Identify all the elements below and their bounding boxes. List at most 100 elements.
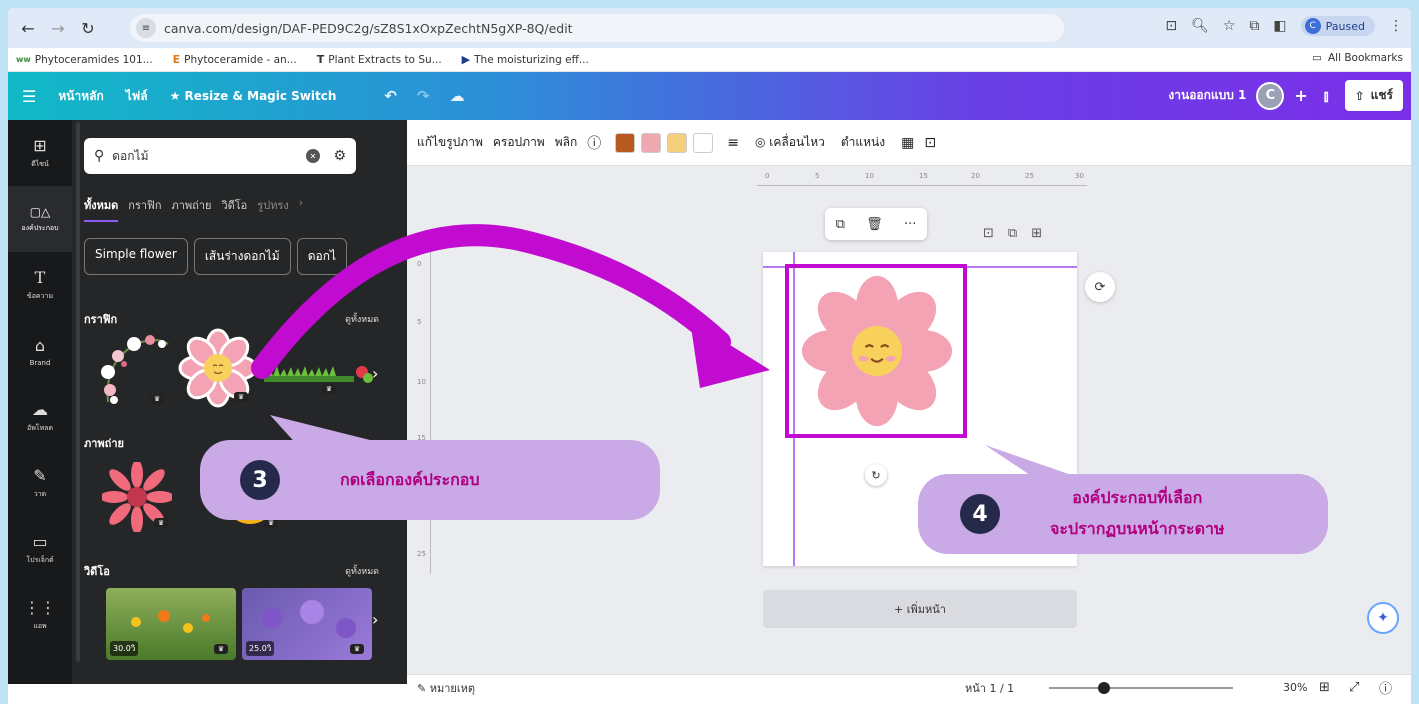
border-style-icon[interactable]: ≡ [727, 135, 739, 151]
rotate-handle-icon[interactable]: ↻ [865, 464, 887, 486]
graphic-floral-wreath[interactable]: ♛ [96, 332, 174, 410]
photo-pink-gerbera[interactable]: ♛ [102, 462, 172, 532]
duplicate-page-icon[interactable]: ⧉ [1008, 226, 1017, 241]
chip-simple-flower[interactable]: Simple flower [84, 238, 188, 275]
browser-actions: ⊡ 🔍︎ ☆ ⧉ ◧ C Paused ⋮ [1165, 16, 1403, 36]
elements-icon: ▢△ [29, 204, 51, 219]
clear-search-icon[interactable]: ✕ [306, 149, 320, 163]
zoom-slider[interactable] [1049, 682, 1233, 694]
graphic-grass-border[interactable]: ♛ [264, 356, 374, 396]
scroll-right-icon[interactable]: › [372, 610, 378, 629]
chip-flower[interactable]: ดอกไ [296, 238, 348, 275]
grid-view-icon[interactable]: ⊞ [1319, 680, 1330, 695]
selected-happy-flower[interactable] [799, 274, 955, 428]
search-input[interactable]: ⚲ ดอกไม้ ✕ ⚙ [84, 138, 356, 174]
forward-icon[interactable]: → [46, 16, 70, 40]
address-bar[interactable]: ≡ canva.com/design/DAF-PED9C2g/sZ8S1xOxp… [130, 14, 1064, 42]
upload-icon: ⇧ [1354, 88, 1365, 103]
design-title[interactable]: งานออกแบบ 1 [1168, 86, 1246, 105]
kebab-menu-icon[interactable]: ⋮ [1389, 18, 1403, 34]
tab-all[interactable]: ทั้งหมด [84, 196, 119, 222]
lock-page-icon[interactable]: ⊡ [983, 226, 994, 241]
star-icon[interactable]: ☆ [1223, 18, 1236, 34]
undo-icon[interactable]: ↶ [384, 87, 397, 105]
position-button[interactable]: ตำแหน่ง [841, 133, 885, 152]
delete-icon[interactable]: 🗑︎ [866, 217, 883, 232]
color-swatch-yellow[interactable] [667, 132, 688, 153]
see-all-videos[interactable]: ดูทั้งหมด [345, 564, 379, 578]
regenerate-icon[interactable]: ⟳ [1085, 272, 1115, 302]
step-4-line-2: จะปรากฏบนหน้ากระดาษ [1050, 519, 1225, 538]
user-avatar[interactable]: C [1256, 81, 1285, 110]
duplicate-icon[interactable]: ⧉ [836, 217, 845, 232]
chip-flower-outline[interactable]: เส้นร่างดอกไม้ [193, 238, 291, 275]
tab-videos[interactable]: วิดีโอ [221, 196, 247, 222]
info-icon[interactable]: ⓘ [587, 133, 601, 153]
zoom-level[interactable]: 30% [1283, 681, 1307, 694]
sidepanel-icon[interactable]: ◧ [1273, 18, 1286, 34]
bookmark-1[interactable]: ww Phytoceramides 101... [16, 54, 153, 66]
lock-icon[interactable]: ⊡ [924, 135, 936, 151]
home-button[interactable]: หน้าหลัก [58, 87, 103, 106]
zoom-slider-knob[interactable] [1098, 682, 1111, 694]
all-bookmarks[interactable]: ▭ All Bookmarks [1312, 52, 1403, 64]
add-collaborator-icon[interactable]: + [1294, 86, 1307, 105]
rail-brand[interactable]: ⌂ Brand [8, 318, 72, 384]
rail-apps[interactable]: ⋮⋮ แอพ [8, 582, 72, 648]
chevron-right-icon[interactable]: › [299, 196, 303, 222]
redo-icon[interactable]: ↷ [417, 87, 430, 105]
extensions-icon[interactable]: ⧉ [1249, 18, 1259, 34]
tab-shapes[interactable]: รูปทรง [257, 196, 288, 222]
apps-grid-icon: ⋮⋮ [24, 598, 56, 617]
fullscreen-icon[interactable]: ⤢ [1349, 680, 1359, 695]
back-icon[interactable]: ← [16, 16, 40, 40]
edit-image-button[interactable]: แก้ไขรูปภาพ [417, 133, 483, 152]
transparency-icon[interactable]: ▦ [901, 135, 914, 151]
bookmark-3[interactable]: T Plant Extracts to Su... [317, 53, 442, 66]
bookmark-2[interactable]: E Phytoceramide - an... [173, 53, 297, 66]
profile-button[interactable]: C Paused [1300, 16, 1375, 36]
panel-scrollbar[interactable] [76, 122, 80, 662]
page-indicator[interactable]: หน้า 1 / 1 [965, 679, 1014, 697]
bookmark-4[interactable]: ▶ The moisturizing eff... [462, 53, 589, 66]
insights-icon[interactable]: ⫾ [1324, 87, 1329, 105]
rail-elements[interactable]: ▢△ องค์ประกอบ [8, 186, 72, 252]
notes-button[interactable]: ✎ หมายเหตุ [417, 679, 475, 697]
crop-button[interactable]: ครอปภาพ [493, 133, 545, 152]
resize-button[interactable]: ★ Resize & Magic Switch [170, 89, 337, 103]
add-page-icon[interactable]: ⊞ [1031, 226, 1042, 241]
video-purple-flowers[interactable]: 25.0วิ ♛ [242, 588, 372, 660]
color-swatch-brown[interactable] [615, 132, 636, 153]
video-wildflowers[interactable]: 30.0วิ ♛ [106, 588, 236, 660]
rail-draw[interactable]: ✎ วาด [8, 450, 72, 516]
zoom-icon[interactable]: 🔍︎ [1191, 18, 1209, 34]
graphic-happy-flower[interactable]: ♛ [178, 328, 258, 408]
cloud-saved-icon[interactable]: ☁ [450, 87, 465, 105]
rail-text[interactable]: T ข้อความ [8, 252, 72, 318]
site-settings-icon[interactable]: ≡ [136, 18, 156, 38]
translate-icon[interactable]: ⊡ [1165, 18, 1177, 34]
animate-icon: ◎ [754, 135, 770, 149]
scroll-right-icon[interactable]: › [372, 364, 378, 383]
animate-button[interactable]: ◎ เคลื่อนไหว [755, 133, 825, 152]
file-menu[interactable]: ไฟล์ [126, 87, 148, 106]
more-options-icon[interactable]: ··· [904, 217, 916, 232]
reload-icon[interactable]: ↻ [76, 16, 100, 40]
rail-projects[interactable]: ▭ โปรเจ็กต์ [8, 516, 72, 582]
magic-assistant-icon[interactable]: ✦ [1367, 602, 1399, 634]
share-button[interactable]: ⇧ แชร์ [1344, 80, 1403, 111]
step-4-callout: 4 องค์ประกอบที่เลือก จะปรากฏบนหน้ากระดาษ [918, 474, 1328, 554]
color-swatch-pink[interactable] [641, 132, 662, 153]
tab-graphics[interactable]: กราฟิก [128, 196, 161, 222]
rail-design[interactable]: ⊞ ดีไซน์ [8, 120, 72, 186]
hamburger-menu-icon[interactable]: ☰ [22, 87, 36, 106]
add-page-button[interactable]: + เพิ่มหน้า [763, 590, 1077, 628]
flip-button[interactable]: พลิก [555, 133, 578, 152]
filter-icon[interactable]: ⚙ [333, 148, 346, 164]
rail-uploads[interactable]: ☁ อัพโหลด [8, 384, 72, 450]
see-all-graphics[interactable]: ดูทั้งหมด [345, 312, 379, 326]
help-icon[interactable]: ⓘ [1379, 678, 1392, 697]
color-swatch-white[interactable] [693, 132, 714, 153]
tab-photos[interactable]: ภาพถ่าย [171, 196, 211, 222]
step-3-badge: 3 [240, 460, 280, 500]
